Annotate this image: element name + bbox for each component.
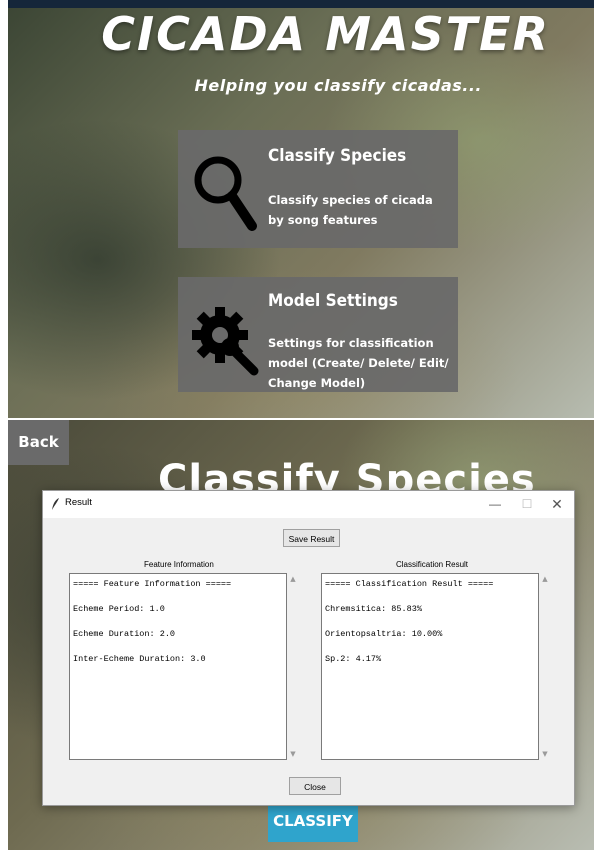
scroll-down-icon[interactable]: ▼	[289, 750, 297, 758]
card-description: Settings for classification model (Creat…	[268, 336, 449, 390]
dialog-title: Result	[65, 497, 92, 508]
magnifier-icon	[194, 156, 257, 231]
maximize-icon[interactable]: ☐	[514, 494, 540, 514]
card-title: Classify Species	[268, 146, 407, 166]
gear-wrench-icon	[192, 307, 259, 376]
textbox-line: Orientopsaltria: 10.00%	[325, 629, 443, 639]
card-title: Model Settings	[268, 291, 398, 311]
classify-species-card[interactable]: Classify Species Classify species of cic…	[178, 130, 458, 248]
textbox-line: Echeme Duration: 2.0	[73, 629, 176, 639]
card-description: Classify species of cicada by song featu…	[268, 193, 433, 227]
dialog-titlebar[interactable]: Result — ☐ ✕	[43, 491, 574, 518]
minimize-icon[interactable]: —	[482, 494, 508, 514]
home-screen: CICADA MASTER Helping you classify cicad…	[8, 0, 594, 418]
textbox-line: Echeme Period: 1.0	[73, 604, 165, 614]
close-button[interactable]: Close	[289, 777, 341, 795]
app-title: CICADA MASTER	[101, 7, 550, 61]
feather-icon	[52, 498, 59, 510]
textbox-line: Sp.2: 4.17%	[325, 654, 382, 664]
close-icon[interactable]: ✕	[544, 494, 570, 514]
feature-information-label: Feature Information	[144, 560, 214, 569]
result-dialog: Result — ☐ ✕ Save Result Feature Informa…	[42, 490, 575, 806]
classify-screen: Back Classify Species CLASSIFY Result — …	[8, 420, 594, 850]
classify-button[interactable]: CLASSIFY	[268, 800, 358, 842]
app-subtitle: Helping you classify cicadas...	[194, 76, 482, 95]
scroll-up-icon[interactable]: ▲	[541, 575, 549, 583]
feature-scrollbar[interactable]: ▲ ▼	[287, 573, 299, 760]
textbox-line: ===== Classification Result =====	[325, 579, 494, 589]
model-settings-card[interactable]: Model Settings Settings for classificati…	[178, 277, 458, 392]
feature-information-textbox[interactable]: ===== Feature Information ===== Echeme P…	[69, 573, 287, 760]
textbox-line: Inter-Echeme Duration: 3.0	[73, 654, 206, 664]
classification-result-label: Classification Result	[396, 560, 469, 569]
save-result-button[interactable]: Save Result	[283, 529, 340, 547]
scroll-down-icon[interactable]: ▼	[541, 750, 549, 758]
classification-result-textbox[interactable]: ===== Classification Result ===== Chrems…	[321, 573, 539, 760]
textbox-line: ===== Feature Information =====	[73, 579, 232, 589]
textbox-line: Chremsitica: 85.83%	[325, 604, 422, 614]
back-button[interactable]: Back	[8, 420, 69, 465]
scroll-up-icon[interactable]: ▲	[289, 575, 297, 583]
classification-scrollbar[interactable]: ▲ ▼	[539, 573, 551, 760]
